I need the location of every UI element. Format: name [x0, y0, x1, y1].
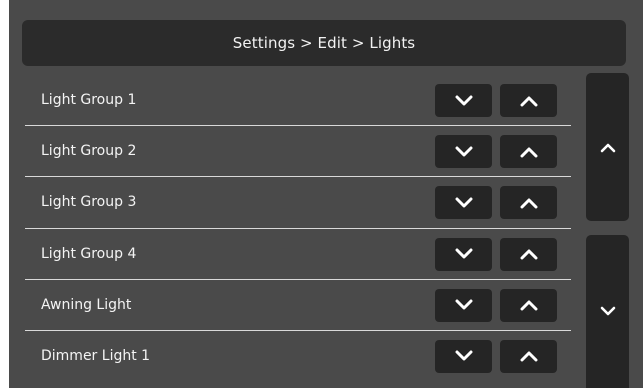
chevron-up-icon [520, 249, 537, 260]
chevron-down-icon [455, 299, 472, 310]
list-item-light-group-1: Light Group 1 [25, 75, 571, 127]
list-item-label: Light Group 3 [41, 194, 137, 211]
move-down-button[interactable] [435, 186, 492, 220]
scroll-down-button[interactable] [586, 235, 629, 388]
list-item-light-group-3: Light Group 3 [25, 177, 571, 229]
chevron-up-icon [520, 147, 537, 158]
move-up-button[interactable] [500, 339, 557, 373]
chevron-up-icon [600, 143, 615, 152]
breadcrumb: Settings > Edit > Lights [22, 20, 626, 66]
list-item-label: Light Group 1 [41, 92, 137, 108]
move-down-button[interactable] [435, 339, 492, 373]
move-up-button[interactable] [500, 84, 557, 117]
list-item-awning-light: Awning Light [25, 280, 571, 331]
move-down-button[interactable] [435, 135, 492, 169]
chevron-down-icon [455, 350, 472, 361]
list-item-label: Awning Light [41, 296, 132, 313]
move-down-button[interactable] [435, 237, 492, 271]
list-item-dimmer-light-1: Dimmer Light 1 [25, 331, 571, 382]
scroll-up-button[interactable] [586, 73, 629, 221]
breadcrumb-text: Settings > Edit > Lights [232, 34, 416, 52]
chevron-down-icon [600, 306, 615, 316]
list-item-label: Dimmer Light 1 [41, 347, 151, 364]
list-item-label: Light Group 2 [41, 143, 137, 160]
chevron-down-icon [455, 197, 472, 208]
chevron-up-icon [520, 300, 537, 311]
chevron-up-icon [520, 351, 537, 362]
move-down-button[interactable] [435, 288, 492, 322]
chevron-up-icon [520, 198, 537, 209]
list-item-label: Light Group 4 [41, 245, 137, 262]
light-list: Light Group 1 Light Group 2 Light Group … [25, 75, 571, 382]
list-item-light-group-2: Light Group 2 [25, 126, 571, 178]
move-up-button[interactable] [500, 186, 557, 220]
move-down-button[interactable] [435, 84, 492, 117]
lights-settings-screen: Settings > Edit > Lights Light Group 1 L… [9, 0, 643, 388]
move-up-button[interactable] [500, 135, 557, 169]
move-up-button[interactable] [500, 288, 557, 322]
chevron-down-icon [455, 248, 472, 259]
chevron-down-icon [455, 95, 472, 105]
list-item-light-group-4: Light Group 4 [25, 229, 571, 280]
move-up-button[interactable] [500, 237, 557, 271]
chevron-down-icon [455, 146, 472, 157]
chevron-up-icon [520, 96, 537, 106]
